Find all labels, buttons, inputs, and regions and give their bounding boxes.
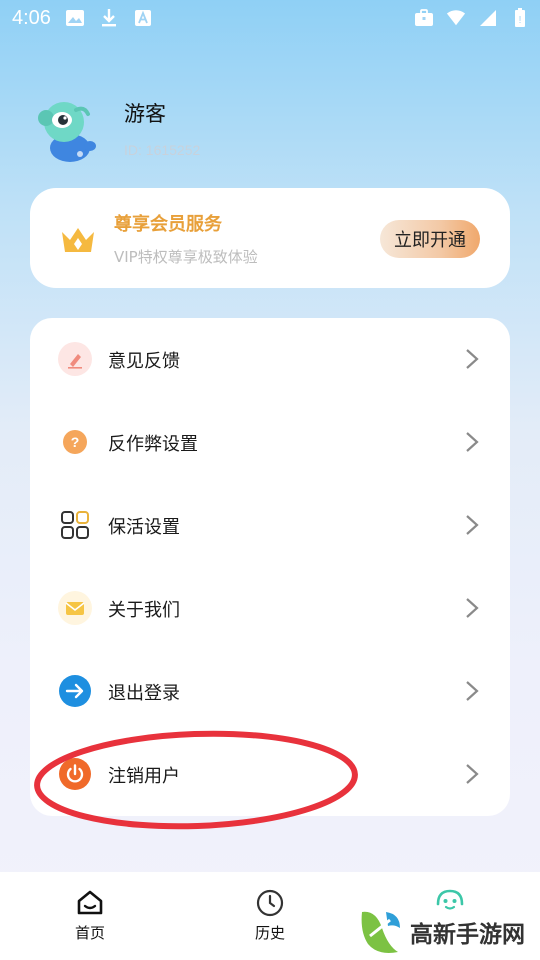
download-icon bbox=[99, 8, 119, 28]
question-icon: ? bbox=[58, 425, 92, 459]
username: 游客 bbox=[124, 102, 166, 126]
profile-header[interactable]: 游客 ID: 1615252 bbox=[32, 96, 200, 166]
menu-item-label: 保活设置 bbox=[108, 516, 180, 538]
status-time: 4:06 bbox=[12, 6, 51, 29]
settings-menu: 意见反馈 ? 反作弊设置 保活设置 关于我们 退出登录 注销用户 bbox=[30, 318, 510, 816]
user-id: ID: 1615252 bbox=[124, 142, 201, 158]
menu-item-about-us[interactable]: 关于我们 bbox=[30, 567, 510, 650]
menu-item-anti-cheat[interactable]: ? 反作弊设置 bbox=[30, 401, 510, 484]
clock-icon bbox=[256, 889, 284, 917]
crown-icon bbox=[58, 220, 98, 260]
watermark: 高新手游网 bbox=[356, 906, 525, 958]
vip-activate-button[interactable]: 立即开通 bbox=[380, 220, 480, 258]
chevron-right-icon bbox=[466, 432, 479, 452]
arrow-right-icon bbox=[58, 674, 92, 708]
battery-icon: ! bbox=[510, 8, 530, 28]
home-icon bbox=[77, 890, 103, 915]
menu-item-logout[interactable]: 退出登录 bbox=[30, 650, 510, 733]
svg-text:?: ? bbox=[71, 434, 80, 450]
watermark-text: 高新手游网 bbox=[410, 922, 525, 948]
menu-item-feedback[interactable]: 意见反馈 bbox=[30, 318, 510, 401]
briefcase-icon bbox=[414, 8, 434, 28]
menu-item-label: 关于我们 bbox=[108, 599, 180, 621]
chevron-right-icon bbox=[466, 764, 479, 784]
menu-item-delete-account[interactable]: 注销用户 bbox=[30, 733, 510, 816]
vip-card[interactable]: 尊享会员服务 VIP特权尊享极致体验 立即开通 bbox=[30, 188, 510, 288]
avatar[interactable] bbox=[32, 96, 102, 166]
chevron-right-icon bbox=[466, 681, 479, 701]
menu-item-label: 反作弊设置 bbox=[108, 433, 198, 455]
power-icon bbox=[58, 757, 92, 791]
menu-item-label: 注销用户 bbox=[108, 765, 180, 787]
vip-subtitle: VIP特权尊享极致体验 bbox=[114, 248, 258, 266]
tab-home[interactable]: 首页 bbox=[0, 872, 180, 960]
a-box-icon bbox=[133, 8, 153, 28]
status-left: 4:06 bbox=[12, 7, 153, 30]
svg-text:!: ! bbox=[519, 15, 522, 26]
grid-icon bbox=[58, 508, 92, 542]
profile-text: 游客 ID: 1615252 bbox=[124, 98, 200, 158]
wifi-icon bbox=[446, 8, 466, 28]
vip-title: 尊享会员服务 bbox=[114, 214, 222, 235]
chevron-right-icon bbox=[466, 598, 479, 618]
chevron-right-icon bbox=[466, 349, 479, 369]
menu-item-label: 退出登录 bbox=[108, 682, 180, 704]
feedback-icon bbox=[58, 342, 92, 376]
chevron-right-icon bbox=[466, 515, 479, 535]
status-right: ! bbox=[414, 8, 530, 28]
mail-icon bbox=[58, 591, 92, 625]
status-bar: 4:06 ! bbox=[0, 0, 540, 36]
tab-label: 首页 bbox=[74, 924, 105, 942]
menu-item-keep-alive[interactable]: 保活设置 bbox=[30, 484, 510, 567]
tab-history[interactable]: 历史 bbox=[180, 872, 360, 960]
tab-label: 历史 bbox=[254, 924, 285, 942]
image-icon bbox=[65, 8, 85, 28]
cell-signal-icon bbox=[478, 8, 498, 28]
watermark-logo-icon bbox=[361, 911, 400, 953]
menu-item-label: 意见反馈 bbox=[108, 350, 180, 372]
